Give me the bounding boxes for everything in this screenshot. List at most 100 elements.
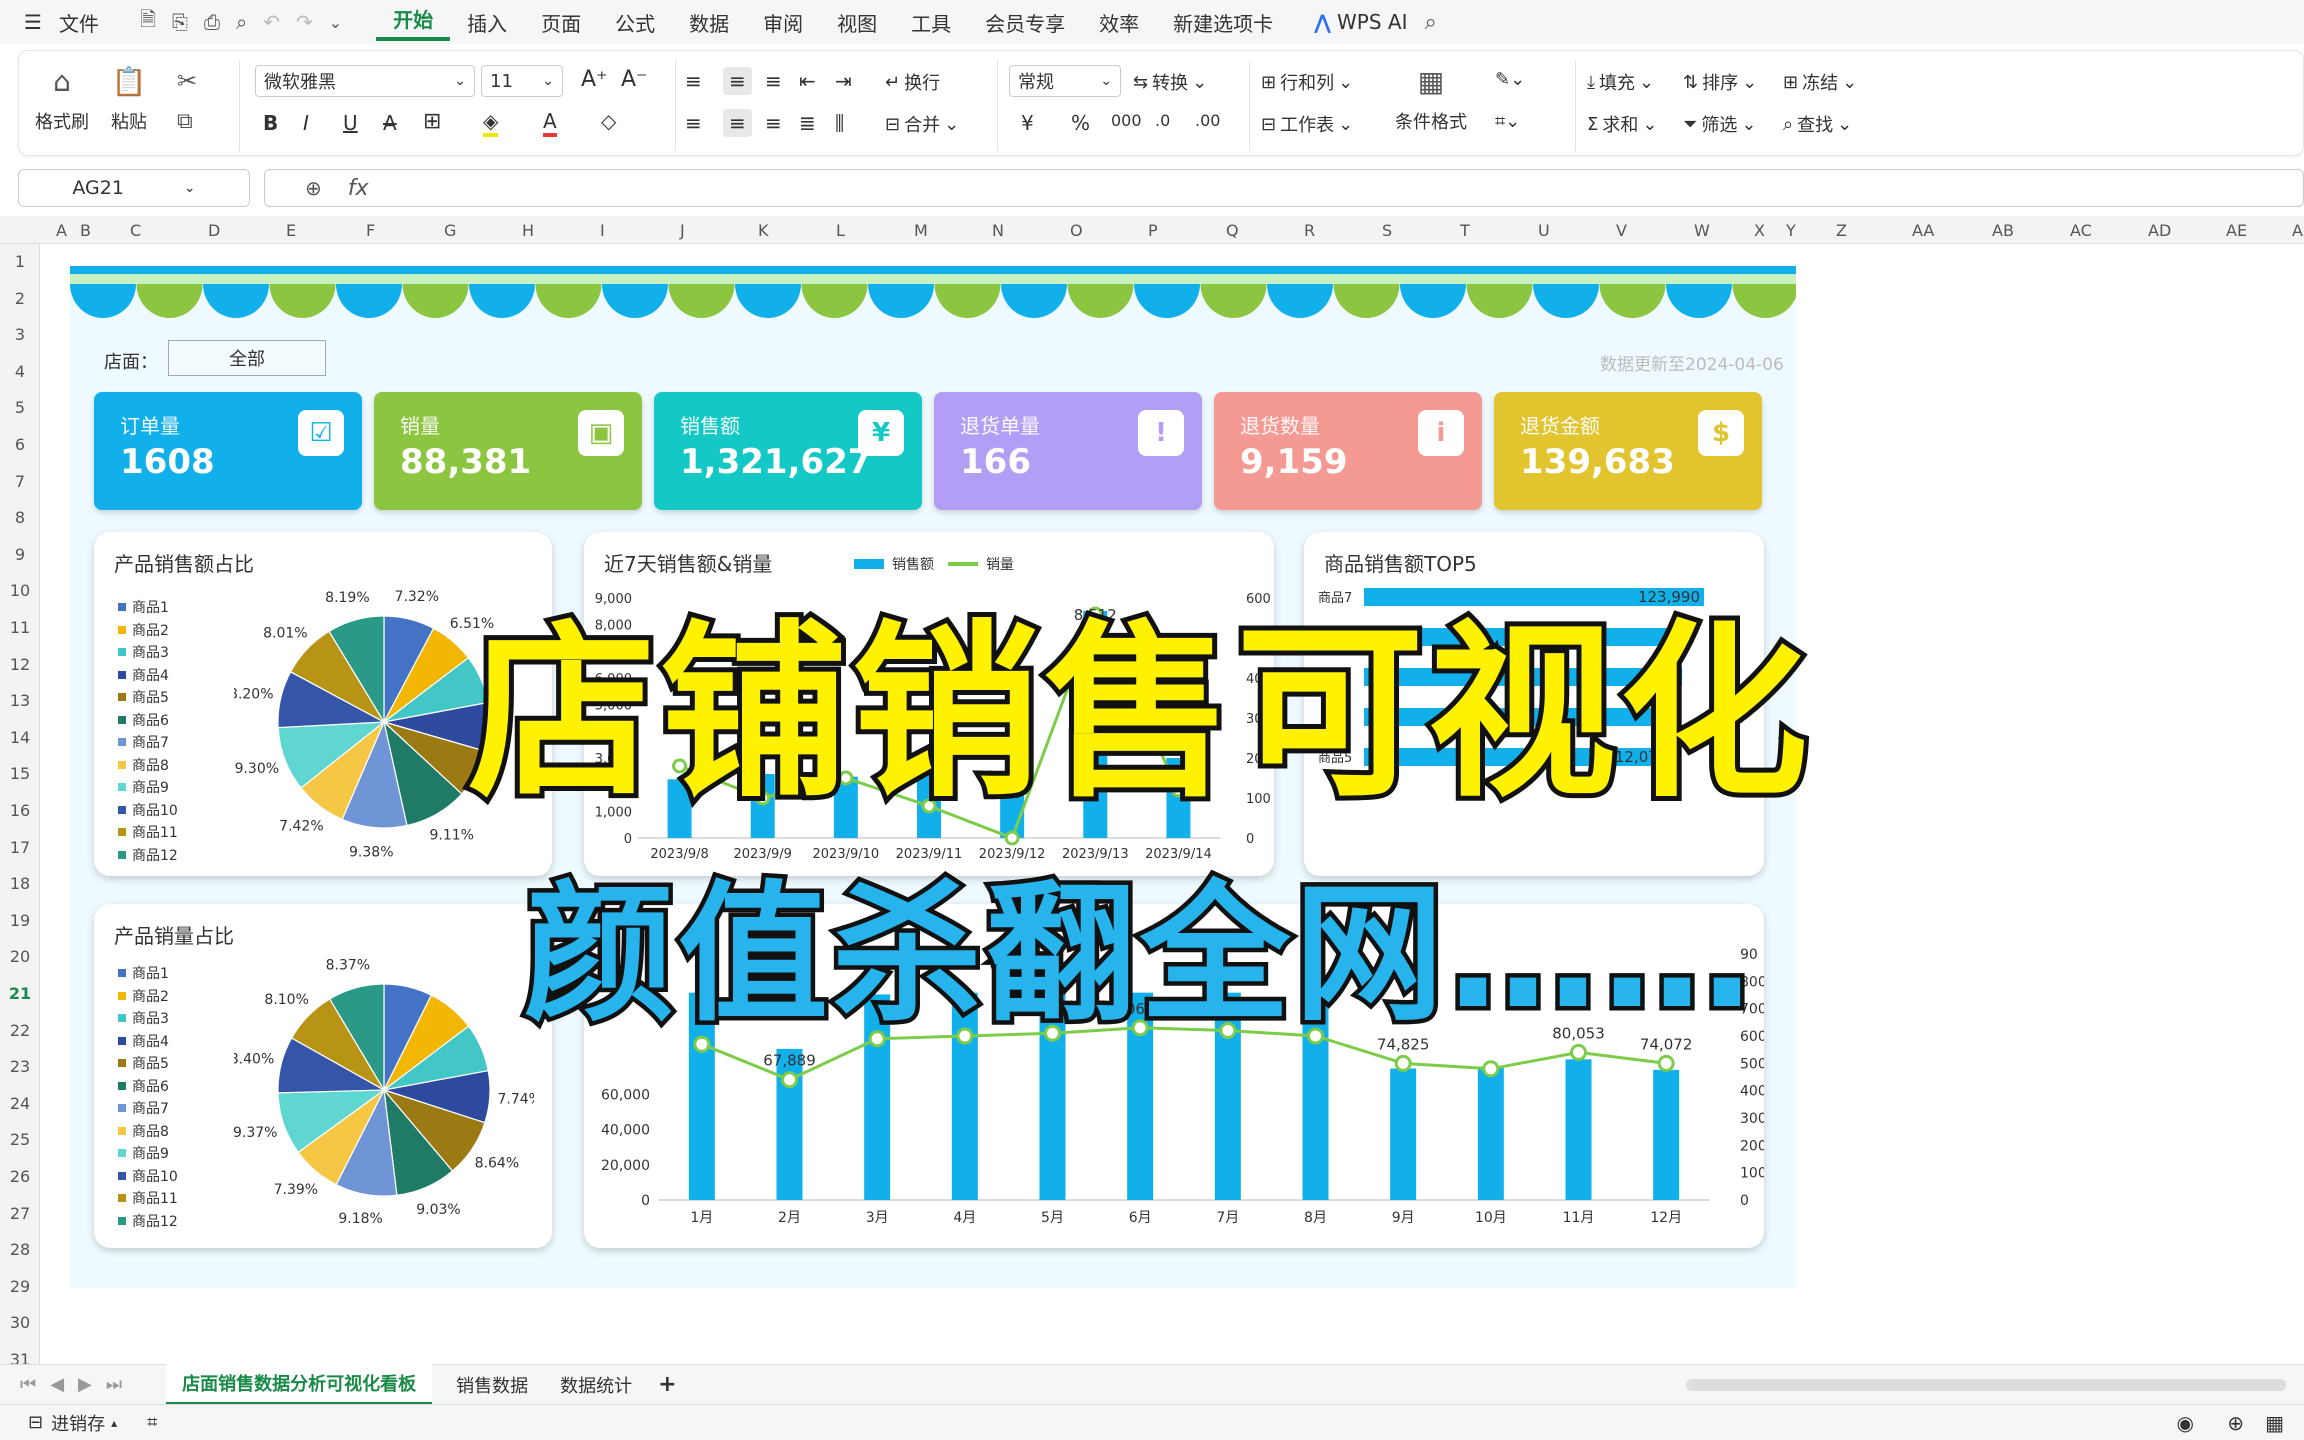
tab-member[interactable]: 会员专享 xyxy=(968,8,1082,37)
wrap-text-button[interactable]: ↵ 换行 xyxy=(885,69,940,95)
column-header[interactable]: P xyxy=(1148,221,1158,240)
tab-data[interactable]: 数据 xyxy=(672,8,746,37)
sort-button[interactable]: ⇅ 排序 ⌄ xyxy=(1683,69,1757,95)
increase-font-icon[interactable]: A⁺ xyxy=(581,67,608,92)
fill-button[interactable]: ⤓ 填充 ⌄ xyxy=(1587,69,1654,95)
border-icon[interactable]: ⊞ xyxy=(423,109,441,134)
row-header[interactable]: 5 xyxy=(0,398,40,417)
search-icon[interactable]: ⌕ xyxy=(1425,10,1437,35)
indent-decrease-icon[interactable]: ⇤ xyxy=(799,69,816,93)
tab-new[interactable]: 新建选项卡 xyxy=(1156,8,1290,37)
align-top-icon[interactable]: ≡ xyxy=(685,69,702,93)
name-box[interactable]: AG21 ⌄ xyxy=(18,169,250,207)
column-header[interactable]: C xyxy=(130,221,141,240)
row-header[interactable]: 4 xyxy=(0,362,40,381)
print-icon[interactable]: ⎙ xyxy=(204,10,220,34)
paste-button[interactable]: 📋 粘贴 xyxy=(111,65,147,134)
underline-icon[interactable]: U xyxy=(343,111,358,135)
font-name-select[interactable]: 微软雅黑 ⌄ xyxy=(255,65,475,97)
macro-icon[interactable]: ⌗ xyxy=(147,1412,157,1433)
conditional-format-button[interactable]: ▦ 条件格式 xyxy=(1395,65,1467,134)
merge-button[interactable]: ⊟ 合并 ⌄ xyxy=(885,111,959,137)
worksheet-button[interactable]: ⊟ 工作表 ⌄ xyxy=(1261,111,1353,137)
column-header[interactable]: U xyxy=(1538,221,1550,240)
print-preview-icon[interactable]: ⌕ xyxy=(236,10,247,34)
row-header[interactable]: 27 xyxy=(0,1204,40,1223)
distribute-icon[interactable]: ⫼ xyxy=(835,111,844,135)
save-icon[interactable]: 🗎 xyxy=(140,5,156,39)
column-header[interactable]: D xyxy=(208,221,220,240)
fill-color-icon[interactable]: ◈ xyxy=(483,109,499,137)
row-header[interactable]: 3 xyxy=(0,325,40,344)
chevron-up-icon[interactable]: ▴ xyxy=(111,1416,117,1430)
row-header[interactable]: 30 xyxy=(0,1313,40,1332)
sum-button[interactable]: Σ 求和 ⌄ xyxy=(1587,111,1657,137)
column-header[interactable]: T xyxy=(1460,221,1470,240)
column-header[interactable]: L xyxy=(836,221,845,240)
freeze-button[interactable]: ⊞ 冻结 ⌄ xyxy=(1783,69,1857,95)
column-header[interactable]: J xyxy=(680,221,685,240)
tab-formula[interactable]: 公式 xyxy=(598,8,672,37)
column-header[interactable]: K xyxy=(758,221,769,240)
row-header[interactable]: 21 xyxy=(0,984,40,1003)
sheet-tab-stats[interactable]: 数据统计 xyxy=(544,1366,648,1404)
row-header[interactable]: 13 xyxy=(0,691,40,710)
column-header[interactable]: Q xyxy=(1226,221,1239,240)
row-header[interactable]: 20 xyxy=(0,947,40,966)
strikethrough-icon[interactable]: A xyxy=(383,111,397,135)
row-header[interactable]: 7 xyxy=(0,472,40,491)
column-header[interactable]: R xyxy=(1304,221,1315,240)
indent-increase-icon[interactable]: ⇥ xyxy=(835,69,852,93)
format-painter-button[interactable]: ⌂ 格式刷 xyxy=(35,65,89,134)
column-header[interactable]: E xyxy=(286,221,296,240)
align-left-icon[interactable]: ≡ xyxy=(685,111,702,135)
bold-icon[interactable]: B xyxy=(263,111,278,135)
add-sheet-button[interactable]: + xyxy=(648,1366,686,1403)
tab-view[interactable]: 视图 xyxy=(820,8,894,37)
quick-access-dropdown-icon[interactable]: ⌄ xyxy=(329,13,342,32)
tab-efficiency[interactable]: 效率 xyxy=(1082,8,1156,37)
column-header[interactable]: H xyxy=(522,221,534,240)
column-header[interactable]: O xyxy=(1070,221,1083,240)
tab-review[interactable]: 审阅 xyxy=(746,8,820,37)
column-header[interactable]: V xyxy=(1616,221,1627,240)
wps-ai-button[interactable]: WPS AI xyxy=(1331,10,1424,34)
cut-icon[interactable]: ✂ xyxy=(177,67,197,95)
number-format-select[interactable]: 常规 ⌄ xyxy=(1009,65,1121,97)
italic-icon[interactable]: I xyxy=(303,111,309,135)
row-header[interactable]: 9 xyxy=(0,545,40,564)
column-header[interactable]: B xyxy=(80,221,91,240)
row-header[interactable]: 11 xyxy=(0,618,40,637)
row-header[interactable]: 2 xyxy=(0,289,40,308)
sheet-tab-dashboard[interactable]: 店面销售数据分析可视化看板 xyxy=(166,1364,433,1405)
row-header[interactable]: 23 xyxy=(0,1057,40,1076)
row-header[interactable]: 10 xyxy=(0,581,40,600)
align-middle-icon[interactable]: ≡ xyxy=(723,67,752,95)
file-menu[interactable]: 文件 xyxy=(42,8,116,37)
eye-icon[interactable]: ◉ xyxy=(2177,1411,2194,1435)
row-header[interactable]: 6 xyxy=(0,435,40,454)
column-header[interactable]: AB xyxy=(1992,221,2014,240)
fit-icon[interactable]: ⊕ xyxy=(2227,1411,2244,1435)
column-header[interactable]: AA xyxy=(1912,221,1934,240)
align-center-icon[interactable]: ≡ xyxy=(723,109,752,137)
percent-icon[interactable]: % xyxy=(1071,111,1090,135)
tab-insert[interactable]: 插入 xyxy=(450,8,524,37)
row-header[interactable]: 12 xyxy=(0,655,40,674)
sheet-tab-sales-data[interactable]: 销售数据 xyxy=(440,1366,544,1404)
normal-view-icon[interactable]: ▦ xyxy=(2265,1411,2284,1435)
column-header[interactable]: A xyxy=(2292,221,2303,240)
align-bottom-icon[interactable]: ≡ xyxy=(765,69,782,93)
column-header[interactable]: AE xyxy=(2226,221,2247,240)
column-header[interactable]: S xyxy=(1382,221,1392,240)
decimal-increase-icon[interactable]: .0 xyxy=(1155,111,1170,130)
font-size-select[interactable]: 11 ⌄ xyxy=(481,65,563,97)
backup-label[interactable]: 进销存 xyxy=(51,1410,105,1436)
tab-tools[interactable]: 工具 xyxy=(894,8,968,37)
justify-icon[interactable]: ≣ xyxy=(799,111,816,135)
column-header[interactable]: X xyxy=(1754,221,1765,240)
row-header[interactable]: 8 xyxy=(0,508,40,527)
redo-icon[interactable]: ↷ xyxy=(296,10,313,34)
column-header[interactable]: Z xyxy=(1836,221,1847,240)
align-right-icon[interactable]: ≡ xyxy=(765,111,782,135)
